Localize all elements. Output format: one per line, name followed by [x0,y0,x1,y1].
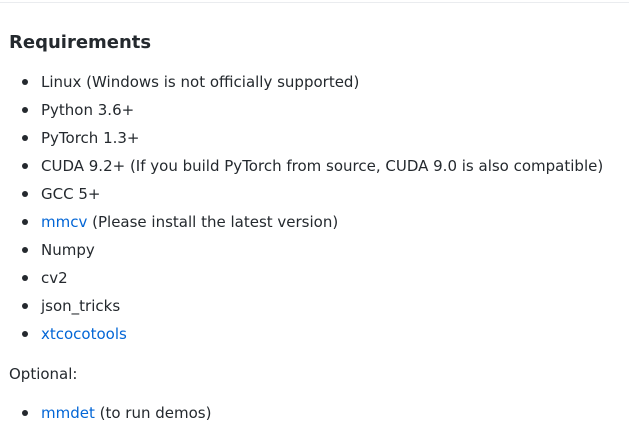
optional-text: (to run demos) [94,404,212,422]
requirement-text: Linux (Windows is not officially support… [41,73,360,91]
requirement-text: GCC 5+ [41,185,101,203]
requirement-text: PyTorch 1.3+ [41,129,140,147]
requirement-text: Numpy [41,241,95,259]
requirement-pytorch: PyTorch 1.3+ [0,124,603,152]
bullet-icon [22,219,28,225]
bullet-icon [22,79,28,85]
bullet-icon [22,163,28,169]
top-divider [0,2,629,3]
requirement-xtcocotools: xtcocotools [0,320,603,348]
optional-label: Optional: [9,365,78,383]
bullet-icon [22,331,28,337]
mmdet-link[interactable]: mmdet [41,404,95,422]
bullet-icon [22,275,28,281]
requirement-python: Python 3.6+ [0,96,603,124]
bullet-icon [22,135,28,141]
bullet-icon [22,107,28,113]
requirements-list: Linux (Windows is not officially support… [0,68,603,348]
bullet-icon [22,303,28,309]
requirement-cv2: cv2 [0,264,603,292]
bullet-icon [22,410,28,416]
section-heading-requirements: Requirements [9,32,152,53]
requirement-linux: Linux (Windows is not officially support… [0,68,603,96]
bullet-icon [22,247,28,253]
optional-mmdet: mmdet (to run demos) [0,399,211,427]
requirement-json-tricks: json_tricks [0,292,603,320]
requirement-text: cv2 [41,269,68,287]
requirement-numpy: Numpy [0,236,603,264]
optional-list: mmdet (to run demos) [0,399,211,427]
mmcv-link[interactable]: mmcv [41,213,87,231]
requirement-mmcv: mmcv (Please install the latest version) [0,208,603,236]
requirement-cuda: CUDA 9.2+ (If you build PyTorch from sou… [0,152,603,180]
xtcocotools-link[interactable]: xtcocotools [41,325,127,343]
requirement-text: json_tricks [41,297,121,315]
requirement-text: Python 3.6+ [41,101,135,119]
requirement-text: (Please install the latest version) [87,213,339,231]
bullet-icon [22,191,28,197]
requirement-text: CUDA 9.2+ (If you build PyTorch from sou… [41,157,604,175]
requirement-gcc: GCC 5+ [0,180,603,208]
